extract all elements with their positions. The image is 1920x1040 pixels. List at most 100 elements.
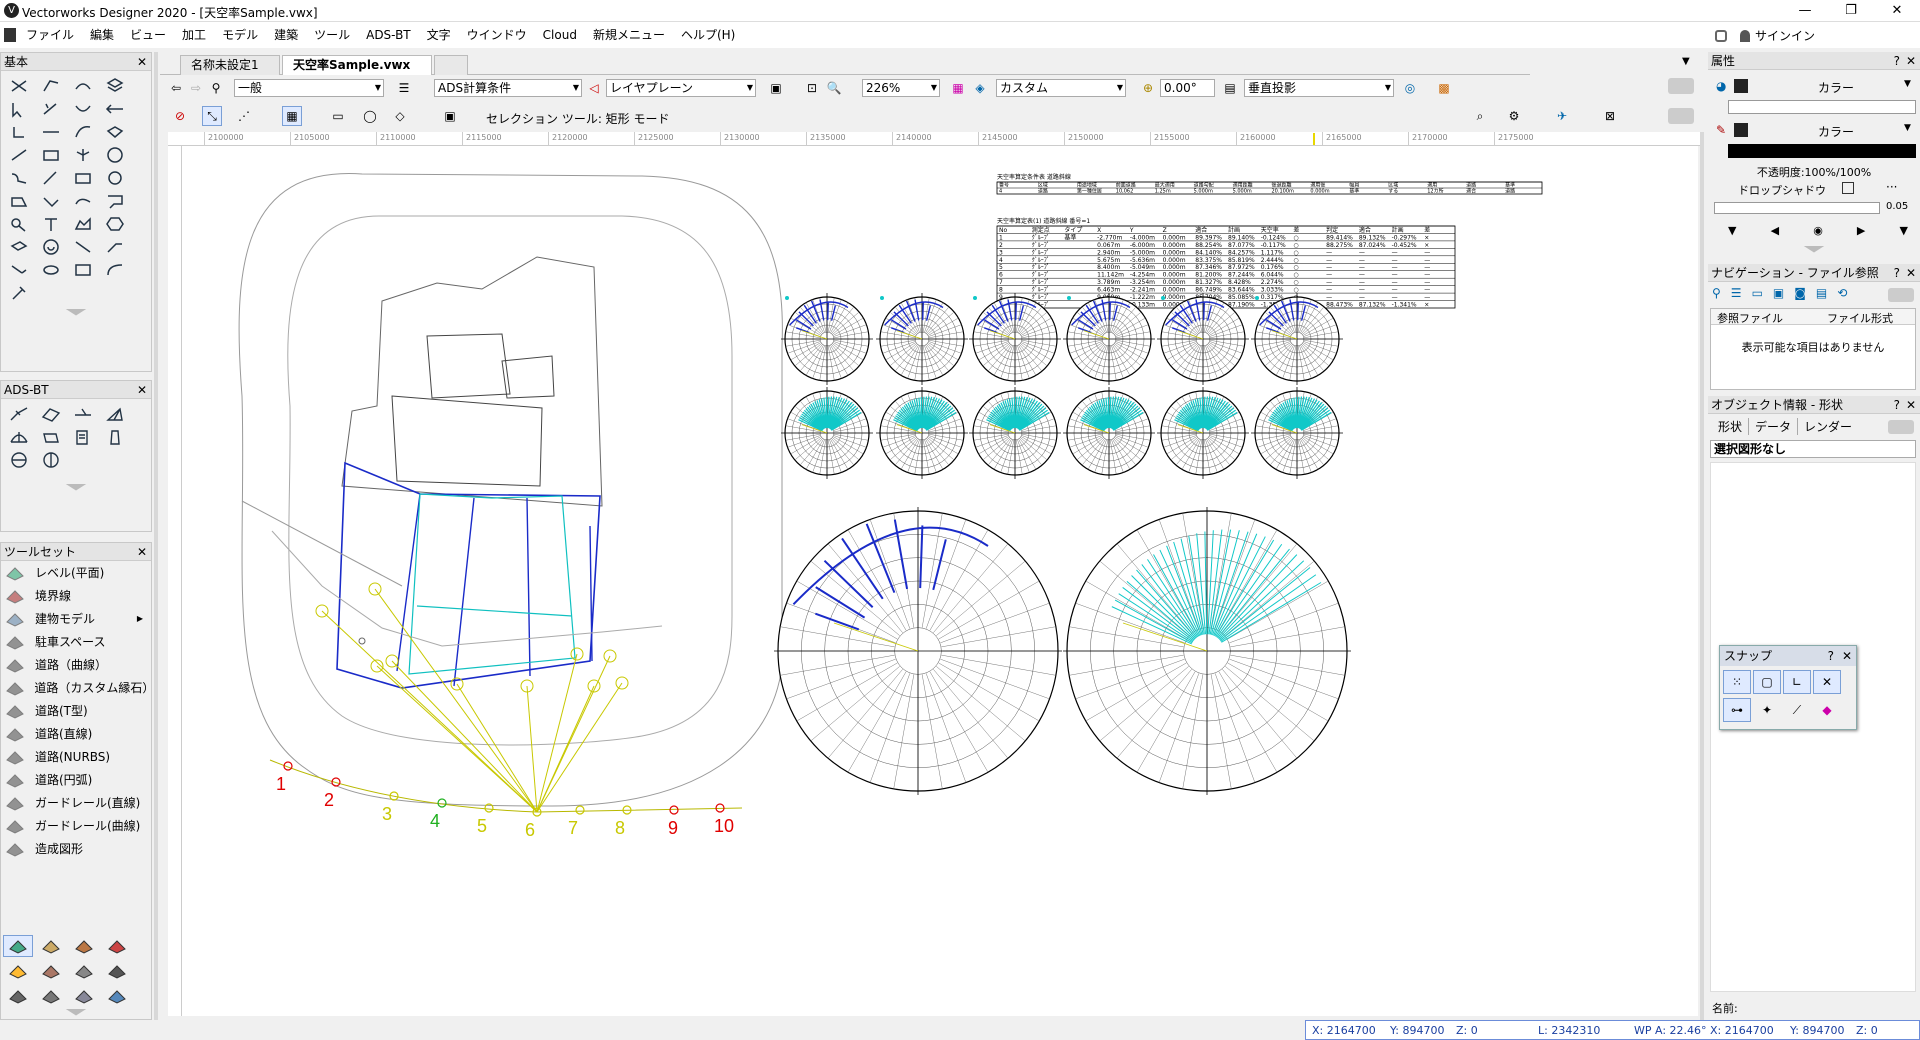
offset-icon[interactable] bbox=[99, 235, 131, 258]
pan-pencil-icon[interactable] bbox=[35, 97, 67, 120]
help-icon[interactable]: ? bbox=[1828, 646, 1834, 666]
horizontal-ruler[interactable]: 2100000 2105000 2110000 2115000 2120000 21250… bbox=[168, 132, 1700, 146]
toolset-item-6[interactable]: 道路(T型) bbox=[1, 699, 151, 722]
menu-item-9[interactable]: ウインドウ bbox=[459, 22, 535, 48]
selection-icon[interactable] bbox=[3, 97, 35, 120]
pole-icon[interactable] bbox=[99, 425, 131, 448]
grid-view-icon[interactable]: ▦ bbox=[948, 78, 968, 98]
chevron-down-icon[interactable]: ▼ bbox=[1904, 79, 1911, 89]
forward-arrow-icon[interactable]: ⇨ bbox=[186, 78, 206, 98]
eraser-icon[interactable] bbox=[3, 74, 35, 97]
menu-item-7[interactable]: ADS-BT bbox=[358, 22, 419, 48]
toolset-item-1[interactable]: 境界線 bbox=[1, 584, 151, 607]
projection-dropdown[interactable]: 垂直投影 ▼ bbox=[1244, 79, 1394, 97]
toolset-item-3[interactable]: 駐車スペース bbox=[1, 630, 151, 653]
text-node-icon[interactable] bbox=[3, 143, 35, 166]
tab-menu-arrow-icon[interactable]: ▼ bbox=[1682, 56, 1690, 67]
snap-grid-icon[interactable]: ⁙ bbox=[1723, 670, 1751, 694]
tab-data[interactable]: データ bbox=[1749, 418, 1799, 435]
mirror-icon[interactable] bbox=[67, 143, 99, 166]
tab-render[interactable]: レンダー bbox=[1798, 418, 1858, 435]
class-icon[interactable]: ⚲ bbox=[206, 78, 226, 98]
layer-dropdown[interactable]: ADS計算条件 ▼ bbox=[434, 79, 582, 97]
back-arrow-icon[interactable]: ⇦ bbox=[166, 78, 186, 98]
close-icon[interactable]: ✕ bbox=[1906, 52, 1916, 70]
rectangle-icon[interactable] bbox=[35, 143, 67, 166]
callout-icon[interactable] bbox=[99, 189, 131, 212]
menu-item-1[interactable]: 編集 bbox=[82, 22, 122, 48]
zoom-dropdown[interactable]: 226% ▼ bbox=[862, 79, 940, 97]
arrow-left-icon[interactable]: ◀ bbox=[1771, 224, 1779, 237]
toolset-item-4[interactable]: 道路（曲線） bbox=[1, 653, 151, 676]
arrow-down-icon[interactable]: ▼ bbox=[1728, 224, 1736, 237]
oval-circle-icon[interactable] bbox=[99, 166, 131, 189]
mode-icon-1[interactable]: ⊘ bbox=[170, 106, 190, 126]
rect-3d-icon[interactable] bbox=[67, 258, 99, 281]
multi-select-mode-icon[interactable]: ⋰ bbox=[234, 106, 254, 126]
menu-item-4[interactable]: モデル bbox=[214, 22, 266, 48]
sky-chart-2-icon[interactable] bbox=[35, 448, 67, 471]
more-icon[interactable]: ··· bbox=[1886, 180, 1897, 194]
plane-icon[interactable]: ◁ bbox=[584, 78, 604, 98]
rounded-rect-icon[interactable] bbox=[67, 166, 99, 189]
eyedropper-icon[interactable] bbox=[35, 74, 67, 97]
palette-grip[interactable] bbox=[1, 307, 151, 317]
projection-icon[interactable]: ▤ bbox=[1220, 78, 1240, 98]
road-slope-icon[interactable] bbox=[35, 402, 67, 425]
rect-select-mode-icon[interactable]: ⤡ bbox=[202, 106, 222, 126]
snap-intersection-icon[interactable]: ✕ bbox=[1813, 670, 1841, 694]
menu-item-6[interactable]: ツール bbox=[306, 22, 358, 48]
drawing-canvas[interactable]: 1 2 3 4 5 6 7 8 9 10 天空率算定条件表 道路斜線 番号 区域 用途地域 前面道路 最大適用… bbox=[182, 146, 1698, 1016]
light-icon[interactable]: ◎ bbox=[1400, 78, 1420, 98]
attribute-map-icon[interactable] bbox=[67, 74, 99, 97]
pen-row[interactable]: ✎ カラー ▼ bbox=[1710, 122, 1918, 139]
viewbar-more-button[interactable] bbox=[1668, 78, 1694, 94]
circle-icon[interactable] bbox=[99, 143, 131, 166]
toolset-item-2[interactable]: 建物モデル ▶ bbox=[1, 607, 151, 630]
landscape-toolset-icon[interactable] bbox=[36, 935, 66, 957]
freehand-icon[interactable] bbox=[67, 189, 99, 212]
gear-toolset-icon[interactable] bbox=[69, 985, 99, 1007]
polygon-3d-icon[interactable] bbox=[99, 97, 131, 120]
3d-view-icon[interactable]: ◈ bbox=[970, 78, 990, 98]
gear-icon[interactable]: ⚙ bbox=[1504, 106, 1524, 126]
view-icon[interactable]: ◙ bbox=[1794, 286, 1806, 304]
spiral-icon[interactable] bbox=[35, 235, 67, 258]
dimension-toolset-icon[interactable] bbox=[69, 960, 99, 982]
toolset-item-9[interactable]: 道路(円弧) bbox=[1, 768, 151, 791]
arc-icon[interactable] bbox=[67, 97, 99, 120]
extrude-icon[interactable] bbox=[3, 235, 35, 258]
machine-toolset-icon[interactable] bbox=[3, 985, 33, 1007]
sky-chart-icon[interactable] bbox=[3, 448, 35, 471]
snap-object-icon[interactable]: ▢ bbox=[1753, 670, 1781, 694]
zoom-fit-icon[interactable]: ⊡ bbox=[802, 78, 822, 98]
menu-item-11[interactable]: 新規メニュー bbox=[585, 22, 673, 48]
fill-color-swatch[interactable] bbox=[1734, 79, 1748, 93]
adjacent-slope-icon[interactable] bbox=[67, 402, 99, 425]
report-icon[interactable] bbox=[67, 425, 99, 448]
mountain-icon[interactable] bbox=[67, 212, 99, 235]
chevron-down-icon[interactable]: ▼ bbox=[1904, 123, 1911, 133]
arrow-down-icon[interactable]: ▼ bbox=[1900, 224, 1908, 237]
new-tab-button[interactable] bbox=[434, 55, 468, 75]
menu-item-8[interactable]: 文字 bbox=[419, 22, 459, 48]
close-icon[interactable]: ✕ bbox=[1906, 264, 1916, 282]
menu-item-2[interactable]: ビュー bbox=[122, 22, 174, 48]
frame-mode-icon[interactable]: ▭ bbox=[328, 106, 348, 126]
lighting-toolset-icon[interactable] bbox=[3, 960, 33, 982]
curve-icon[interactable] bbox=[67, 120, 99, 143]
angle-icon[interactable]: ⊕ bbox=[1138, 78, 1158, 98]
sky-ratio-icon[interactable] bbox=[3, 402, 35, 425]
magic-wand-icon[interactable]: ⌕ bbox=[1470, 106, 1490, 126]
snap-angle-icon[interactable]: ∟ bbox=[1783, 670, 1811, 694]
dome-icon[interactable] bbox=[3, 425, 35, 448]
tab-untitled[interactable]: 名称未設定1 bbox=[180, 55, 280, 75]
palette-colors-icon[interactable]: ▩ bbox=[1434, 78, 1454, 98]
close-icon[interactable]: ✕ bbox=[1842, 646, 1852, 666]
file-format-column[interactable]: ファイル形式 bbox=[1827, 310, 1893, 326]
close-window-button[interactable]: ✕ bbox=[1874, 0, 1920, 22]
tab-sample[interactable]: 天空率Sample.vwx ✕ bbox=[282, 55, 432, 91]
sheet-icon[interactable] bbox=[35, 425, 67, 448]
symbol-icon[interactable]: ⟲ bbox=[1837, 286, 1847, 304]
layer-stack-icon[interactable]: ☰ bbox=[394, 78, 414, 98]
